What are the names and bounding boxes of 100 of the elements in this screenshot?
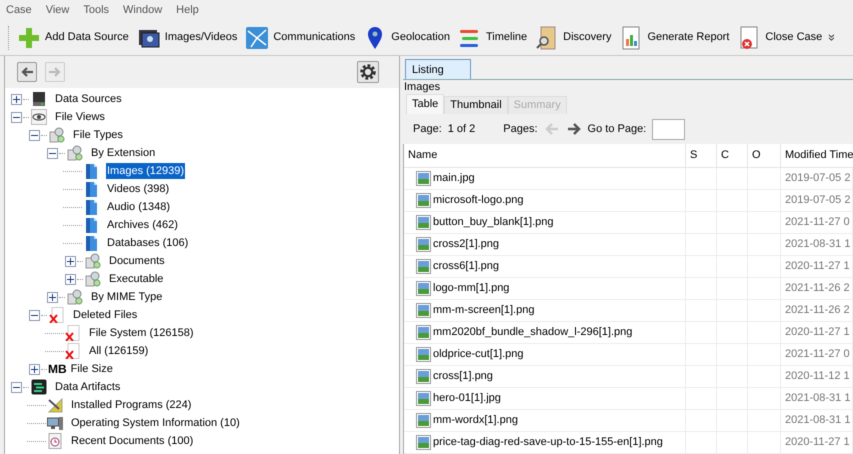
right-arrow-icon — [48, 65, 62, 79]
back-button[interactable] — [17, 62, 37, 82]
menu-item[interactable]: Help — [176, 2, 199, 18]
column-header[interactable]: O — [748, 144, 781, 167]
toolbar-button[interactable]: Discovery — [534, 22, 612, 52]
file-name: main.jpg — [433, 171, 475, 186]
tree-item[interactable]: File Types — [72, 127, 124, 143]
page-number-field[interactable] — [652, 118, 686, 140]
tree-item[interactable]: Data Artifacts — [54, 379, 122, 395]
toolbar-button[interactable]: Generate Report — [618, 22, 730, 52]
listing-title: Images — [404, 81, 440, 93]
right-arrow-icon — [566, 121, 582, 137]
plus-icon — [67, 276, 74, 282]
file-name: oldprice-cut[1].png — [433, 347, 524, 362]
tree-item[interactable]: Images (12939) — [106, 163, 186, 179]
image-file-icon — [416, 193, 431, 208]
plus-icon — [49, 294, 56, 300]
tree-item[interactable]: By Extension — [90, 145, 156, 161]
expander-toggle[interactable] — [29, 364, 40, 374]
file-name: mm-m-screen[1].png — [433, 303, 534, 318]
file-cross-icon — [65, 325, 81, 341]
toolbar-button[interactable]: Timeline — [457, 22, 528, 52]
menu-item[interactable]: View — [46, 2, 70, 18]
tree-item[interactable]: All (126159) — [88, 343, 150, 359]
table-cell: 2020-11-12 1 — [781, 366, 853, 387]
expander-toggle[interactable] — [11, 94, 22, 104]
table-cell: 2020-11-27 1 — [781, 432, 853, 453]
left-arrow-icon — [544, 121, 560, 137]
table-cell: 2020-11-27 1 — [781, 322, 853, 343]
tree-item[interactable]: Operating System Information (10) — [70, 415, 241, 431]
document-icon — [83, 181, 99, 197]
tree-item[interactable]: By MIME Type — [90, 289, 164, 305]
drive-icon — [31, 91, 47, 107]
more-chevron[interactable]: » — [826, 34, 840, 42]
tree-item[interactable]: File Size — [70, 361, 114, 377]
tree-item[interactable]: File Views — [54, 109, 106, 125]
pages-label: Pages: — [503, 122, 538, 137]
table-cell: 2021-08-31 1 — [781, 410, 853, 431]
document-icon — [83, 235, 99, 251]
toolbar-button[interactable]: Images/Videos — [136, 22, 238, 52]
next-page-button[interactable] — [566, 121, 582, 137]
tree-item[interactable]: Databases (106) — [106, 235, 190, 251]
tree-item[interactable]: File System (126158) — [88, 325, 195, 341]
file-name: mm2020bf_bundle_shadow_l-296[1].png — [433, 325, 632, 340]
file-name: hero-01[1].jpg — [433, 391, 501, 406]
tree-item[interactable]: Audio (1348) — [106, 199, 171, 215]
expander-toggle[interactable] — [47, 148, 58, 158]
file-cross-icon — [49, 307, 65, 323]
tree-item[interactable]: Deleted Files — [72, 307, 138, 323]
image-file-icon — [416, 259, 431, 274]
goto-label: Go to Page: — [588, 122, 646, 137]
settings-button[interactable] — [357, 61, 379, 83]
image-file-icon — [416, 281, 431, 296]
column-header[interactable]: S — [686, 144, 717, 167]
network-icon — [245, 26, 270, 50]
image-file-icon — [416, 303, 431, 318]
toolbar-button[interactable]: Add Data Source — [16, 22, 130, 52]
file-cross-icon — [65, 343, 81, 359]
tree-item[interactable]: Installed Programs (224) — [70, 397, 192, 413]
column-header[interactable]: Modified Time — [781, 144, 853, 167]
expander-toggle[interactable] — [29, 130, 40, 140]
document-icon — [83, 217, 99, 233]
image-file-icon — [416, 435, 431, 450]
tree-item[interactable]: Archives (462) — [106, 217, 179, 233]
file-name: cross[1].png — [433, 369, 493, 384]
listing-tab[interactable]: Listing — [405, 59, 471, 79]
expander-toggle[interactable] — [11, 382, 22, 392]
expander-toggle[interactable] — [11, 112, 22, 122]
view-tab[interactable]: Table — [406, 94, 444, 114]
view-tab[interactable]: Thumbnail — [444, 96, 508, 114]
expander-toggle[interactable] — [47, 292, 58, 302]
column-header[interactable]: Name — [404, 144, 686, 167]
table-cell: 2021-08-31 1 — [781, 234, 853, 255]
file-name: logo-mm[1].png — [433, 281, 510, 296]
toolbar-button[interactable]: Communications — [244, 22, 356, 52]
file-name: price-tag-diag-red-save-up-to-15-155-en[1].png — [433, 435, 663, 450]
menu-item[interactable]: Window — [123, 2, 162, 18]
image-file-icon — [416, 171, 431, 186]
table-cell: 2021-08-31 1 — [781, 388, 853, 409]
toolbar-button[interactable]: Geolocation — [362, 22, 451, 52]
page-value: 1 of 2 — [448, 122, 476, 137]
page-label: Page: — [413, 122, 442, 137]
tree-item[interactable]: Videos (398) — [106, 181, 170, 197]
expander-toggle[interactable] — [65, 256, 76, 266]
tree-item[interactable]: Documents — [108, 253, 166, 269]
tree-item[interactable]: Executable — [108, 271, 164, 287]
table-cell: 2021-11-26 2 — [781, 300, 853, 321]
image-file-icon — [416, 325, 431, 340]
tree-item[interactable]: Data Sources — [54, 91, 123, 107]
menu-item[interactable]: Tools — [83, 2, 110, 18]
toolbar-button[interactable]: Close Case — [736, 22, 824, 52]
image-file-icon — [416, 347, 431, 362]
menu-item[interactable]: Case — [6, 2, 32, 18]
table-cell: 2020-11-27 1 — [781, 256, 853, 277]
table-cell: 2021-11-27 0 — [781, 344, 853, 365]
plus-icon — [13, 96, 20, 102]
expander-toggle[interactable] — [65, 274, 76, 284]
expander-toggle[interactable] — [29, 310, 40, 320]
tree-item[interactable]: Recent Documents (100) — [70, 433, 194, 449]
column-header[interactable]: C — [717, 144, 748, 167]
